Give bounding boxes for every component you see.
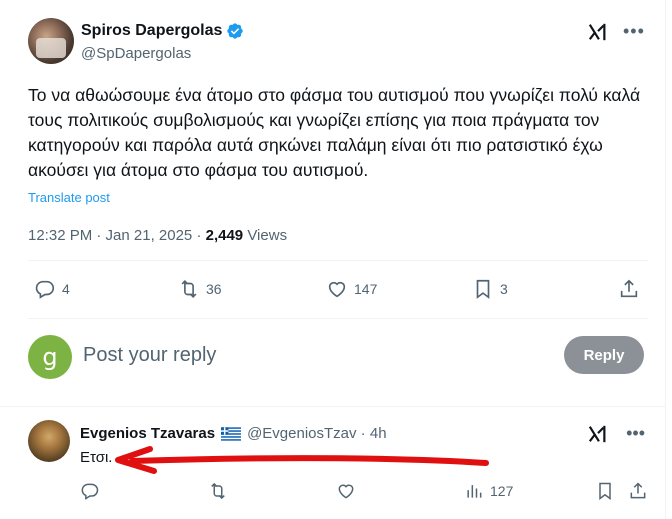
bookmark-icon <box>476 279 490 299</box>
analytics-icon <box>467 485 482 498</box>
more-options-icon[interactable]: ••• <box>626 424 645 442</box>
verified-badge-icon <box>227 23 244 39</box>
repost-icon <box>211 482 225 500</box>
bookmark-count: 3 <box>500 281 508 297</box>
like-action[interactable]: 147 <box>326 278 377 300</box>
divider <box>28 318 648 319</box>
share-icon <box>630 482 646 499</box>
reply-action-bar: 127 <box>80 481 653 503</box>
more-options-icon[interactable]: ••• <box>623 22 645 42</box>
views-count: 2,449 <box>205 227 244 244</box>
views-label: Views <box>243 227 288 244</box>
author-handle[interactable]: @SpDapergolas <box>81 45 191 62</box>
author-name[interactable]: Spiros Dapergolas <box>81 22 222 40</box>
post-meta: 12:32 PM · Jan 21, 2025 · 2,449 Views <box>28 227 287 244</box>
post-text: Το να αθωώσουμε ένα άτομο στο φάσμα του … <box>28 85 641 180</box>
greek-flag-icon <box>221 426 242 441</box>
heart-icon <box>328 281 346 298</box>
divider <box>28 260 648 261</box>
reply-text: Ετσι. <box>80 449 113 466</box>
reply-author-handle[interactable]: @EvgeniosTzav · 4h <box>247 425 386 442</box>
grok-icon[interactable] <box>587 424 609 444</box>
reply-composer: g Post your reply Reply <box>28 333 648 381</box>
share-action[interactable] <box>618 278 640 300</box>
views-action[interactable]: 127 <box>464 481 513 501</box>
reply-post[interactable]: Evgenios Tzavaras @EvgeniosTzav · 4h •••… <box>28 420 653 510</box>
reply-action[interactable]: 4 <box>34 278 70 300</box>
reply-icon <box>81 483 99 500</box>
reply-button[interactable]: Reply <box>564 336 644 374</box>
like-count: 147 <box>354 281 378 297</box>
reply-input[interactable]: Post your reply <box>83 344 216 367</box>
repost-count: 36 <box>206 281 222 297</box>
repost-icon <box>181 280 197 298</box>
heart-icon <box>338 484 354 499</box>
avatar[interactable] <box>28 420 70 462</box>
user-avatar[interactable]: g <box>28 335 72 379</box>
grok-icon[interactable] <box>587 22 609 42</box>
translate-link[interactable]: Translate post <box>28 190 110 205</box>
reply-views-count: 127 <box>490 483 514 499</box>
like-action[interactable] <box>336 481 356 501</box>
divider <box>0 406 665 407</box>
bookmark-action[interactable] <box>595 481 615 501</box>
author-name-row: Spiros Dapergolas <box>81 22 244 40</box>
bookmark-icon <box>599 482 611 500</box>
reply-action[interactable] <box>80 481 100 501</box>
post-timestamp[interactable]: 12:32 PM · Jan 21, 2025 · <box>28 227 206 244</box>
reply-count: 4 <box>62 281 70 297</box>
repost-action[interactable] <box>208 481 228 501</box>
avatar[interactable] <box>28 18 74 64</box>
scrollbar-track[interactable] <box>665 0 672 519</box>
post-action-bar: 4 36 147 3 <box>28 278 648 304</box>
reply-header: Evgenios Tzavaras @EvgeniosTzav · 4h <box>80 425 387 442</box>
reply-icon <box>35 280 55 299</box>
post-header: Spiros Dapergolas @SpDapergolas ••• <box>28 18 653 70</box>
post-detail-view: Spiros Dapergolas @SpDapergolas ••• Το ν… <box>0 0 665 519</box>
reply-author-name[interactable]: Evgenios Tzavaras <box>80 425 215 442</box>
share-icon <box>620 279 638 298</box>
bookmark-action[interactable]: 3 <box>472 278 508 300</box>
share-action[interactable] <box>628 481 648 501</box>
repost-action[interactable]: 36 <box>178 278 222 300</box>
